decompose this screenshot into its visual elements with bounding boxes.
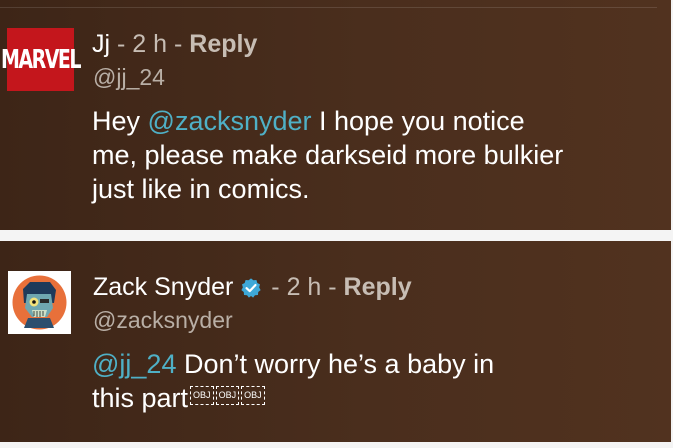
comment2-body: @jj_24 Don’t worry he’s a baby in this p… — [92, 347, 494, 415]
obj-placeholder-box: OBJ — [241, 386, 265, 406]
comment2-separator: - — [321, 273, 344, 301]
divider — [0, 7, 657, 8]
comment1-text: Hey — [92, 106, 148, 136]
comment1-body: Hey @zacksnyder I hope you notice me, pl… — [92, 104, 563, 206]
obj-placeholder-box: OBJ — [190, 386, 214, 406]
comment2-reply-button[interactable]: Reply — [344, 273, 412, 302]
comment1-separator: - — [167, 30, 190, 58]
comment1-reply-button[interactable]: Reply — [189, 30, 257, 59]
comment1-meta: Jj - 2 h - Reply — [92, 30, 257, 59]
avatar-marvel-logo[interactable]: MARVEL — [1, 28, 82, 91]
avatar-zack-snyder[interactable] — [8, 271, 71, 334]
comment1-text: I hope you notice — [311, 106, 525, 136]
avatar-illustration — [12, 275, 67, 330]
comment2-handle[interactable]: @zacksnyder — [93, 307, 233, 334]
comment2-separator: - — [264, 273, 287, 301]
comment1-time: 2 h — [132, 30, 168, 58]
comment1-handle[interactable]: @jj_24 — [93, 64, 165, 91]
verified-checkmark-icon — [241, 277, 261, 298]
mention-zacksnyder[interactable]: @zacksnyder — [148, 106, 312, 136]
comment2-text: this part — [92, 383, 189, 413]
comment1-author[interactable]: Jj — [92, 30, 110, 59]
comment1-text: me, please make darkseid more bulkier — [92, 140, 564, 170]
comment2-author[interactable]: Zack Snyder — [93, 273, 233, 302]
obj-placeholder-box: OBJ — [215, 386, 240, 406]
comment1-text: just like in comics. — [92, 174, 310, 204]
comment2-text: Don’t worry he’s a baby in — [176, 349, 495, 379]
comment2-meta: Zack Snyder - 2 h - Reply — [93, 273, 412, 302]
mention-jj_24[interactable]: @jj_24 — [92, 349, 176, 379]
comment2-time: 2 h — [286, 273, 322, 301]
comment1-separator: - — [110, 30, 133, 58]
marvel-logo-text: MARVEL — [0, 44, 82, 75]
